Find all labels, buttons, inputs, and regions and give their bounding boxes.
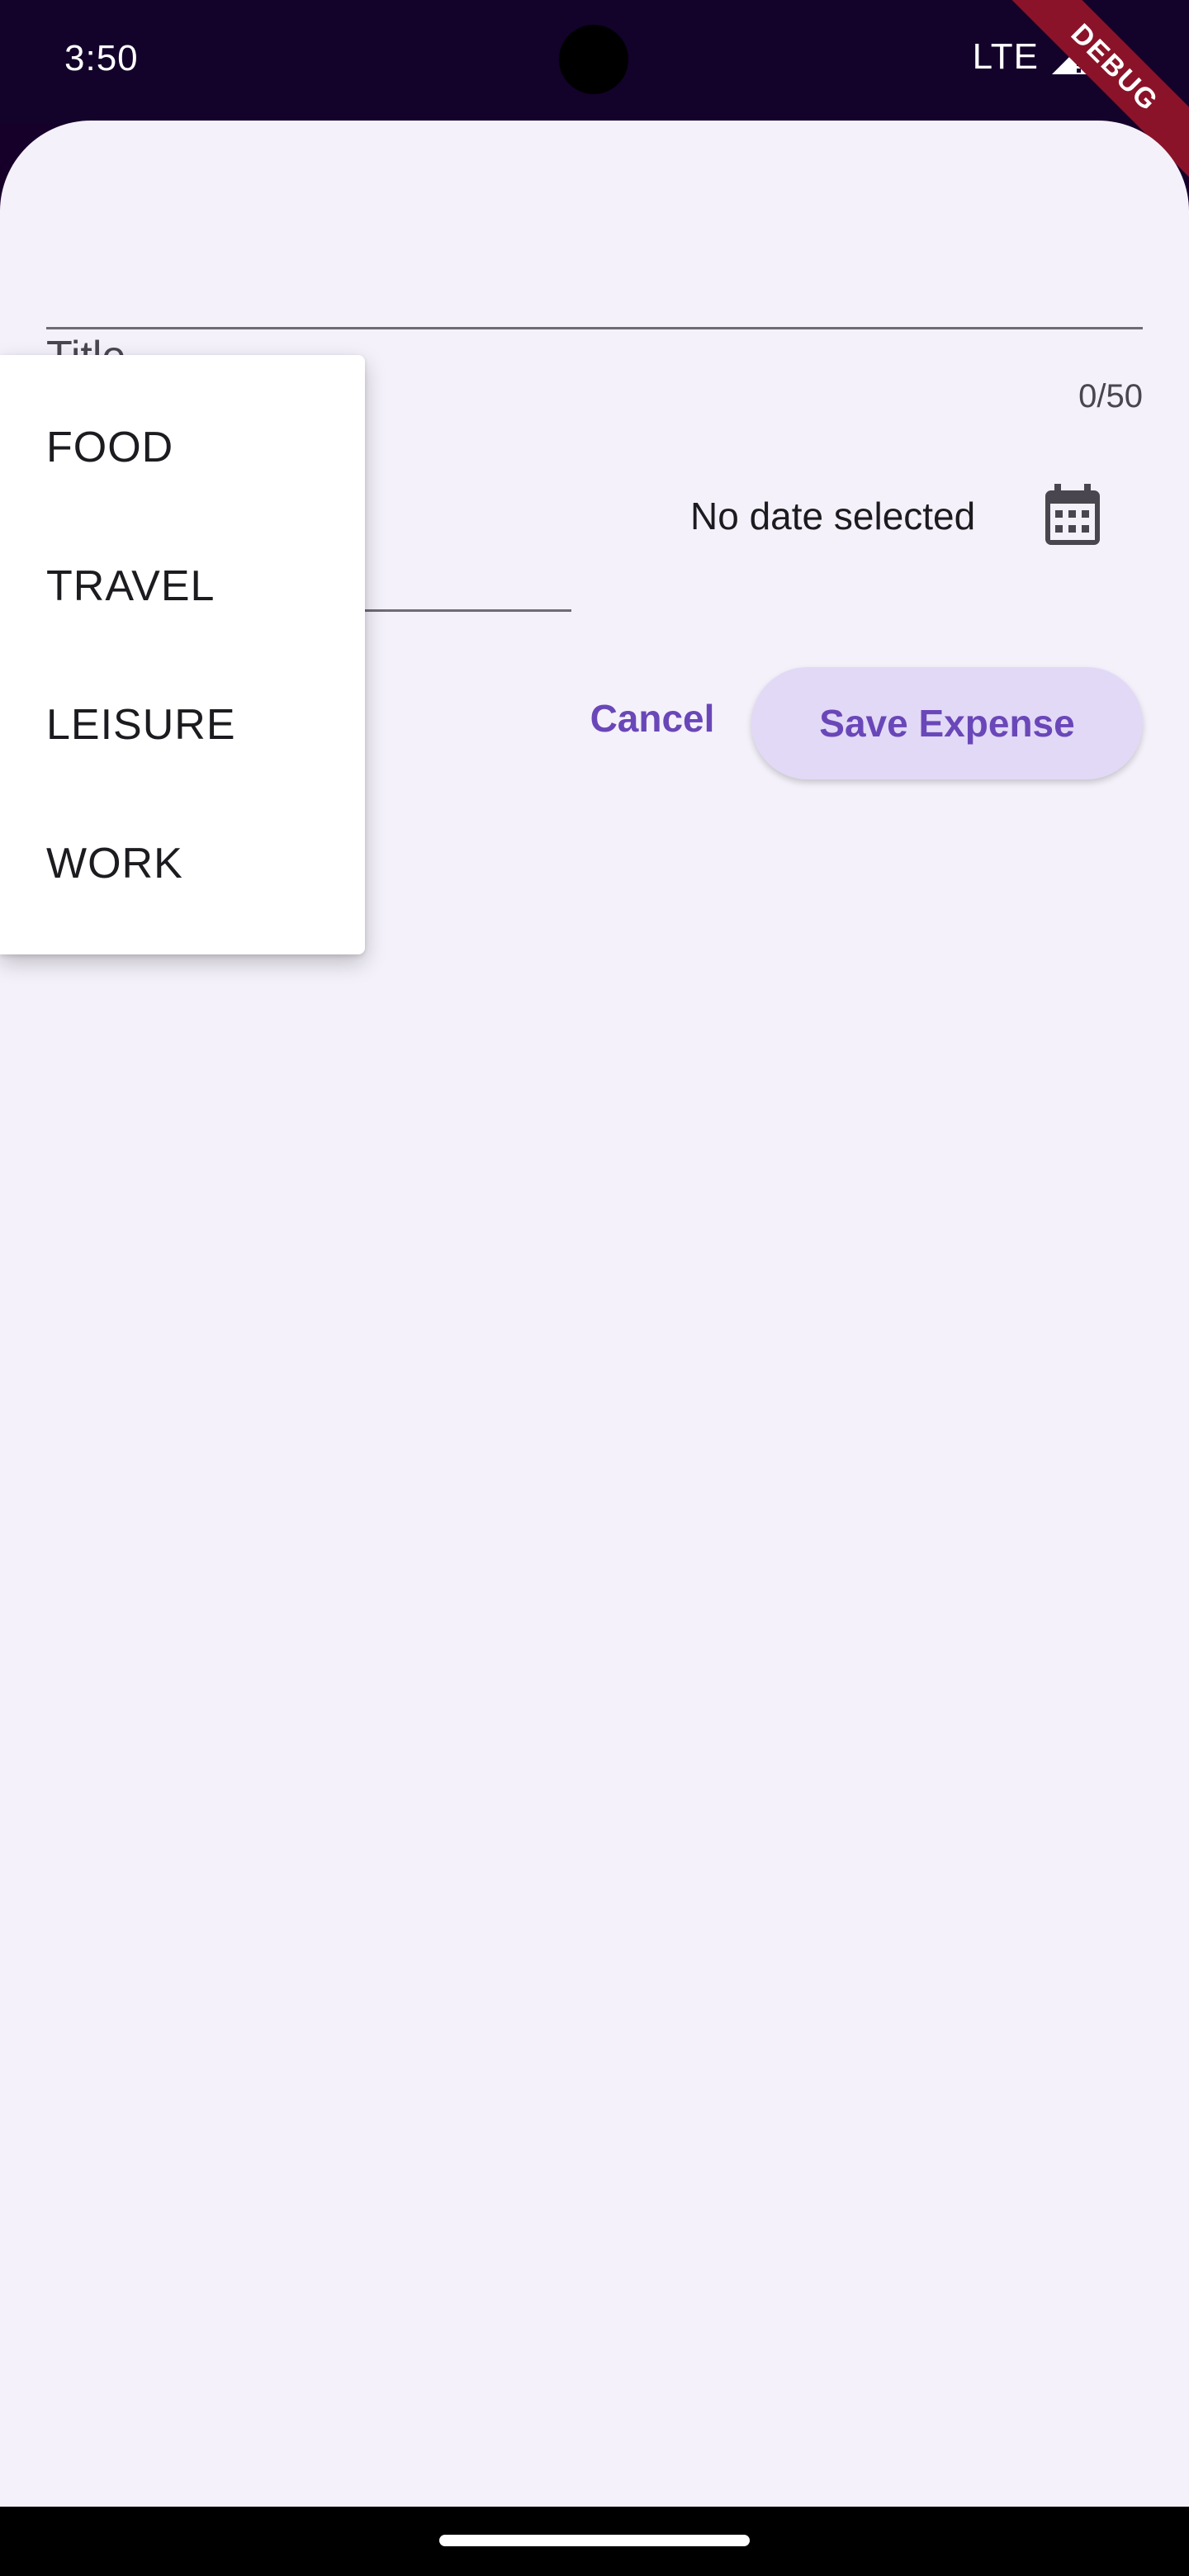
- category-option-leisure[interactable]: LEISURE: [0, 656, 365, 794]
- title-input[interactable]: Title: [46, 220, 1143, 381]
- cancel-button[interactable]: Cancel: [570, 669, 735, 768]
- date-display: No date selected: [690, 495, 976, 537]
- battery-icon: [1101, 36, 1121, 77]
- network-type: LTE: [972, 36, 1039, 77]
- status-bar: 3:50 LTE DEBUG: [0, 0, 1189, 179]
- status-icons: LTE: [973, 36, 1123, 78]
- category-option-work[interactable]: WORK: [0, 794, 365, 933]
- category-dropdown-menu: FOOD TRAVEL LEISURE WORK: [0, 355, 365, 954]
- calendar-icon[interactable]: [1044, 484, 1101, 547]
- amount-input[interactable]: [363, 609, 571, 612]
- signal-icon: [1052, 40, 1087, 74]
- title-char-counter: 0/50: [1078, 378, 1143, 414]
- status-time: 3:50: [64, 38, 139, 78]
- category-option-travel[interactable]: TRAVEL: [0, 517, 365, 656]
- home-indicator[interactable]: [439, 2535, 750, 2546]
- camera-cutout: [559, 25, 628, 94]
- save-expense-button[interactable]: Save Expense: [751, 667, 1143, 779]
- category-option-food[interactable]: FOOD: [0, 378, 365, 517]
